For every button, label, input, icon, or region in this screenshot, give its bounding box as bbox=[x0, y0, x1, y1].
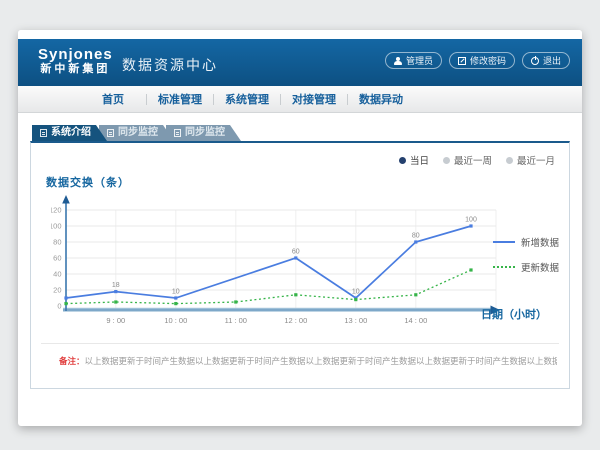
top-strip bbox=[18, 30, 582, 39]
radio-today-label: 当日 bbox=[410, 153, 429, 167]
tab-sync-monitor-2[interactable]: 同步监控 bbox=[166, 125, 241, 141]
nav-item-standard-mgmt[interactable]: 标准管理 bbox=[147, 91, 213, 107]
svg-text:9 : 00: 9 : 00 bbox=[106, 316, 125, 325]
svg-text:100: 100 bbox=[465, 217, 477, 224]
svg-text:12 : 00: 12 : 00 bbox=[284, 316, 307, 325]
svg-text:120: 120 bbox=[51, 206, 62, 215]
document-icon bbox=[40, 129, 47, 137]
solid-line-swatch-icon bbox=[493, 241, 515, 243]
svg-text:13 : 00: 13 : 00 bbox=[344, 316, 367, 325]
edit-icon bbox=[458, 57, 466, 65]
footer-note: 备注：以上数据更新于时间产生数据以上数据更新于时间产生数据以上数据更新于时间产生… bbox=[59, 355, 557, 367]
exchange-chart-svg: 0 20 40 60 80 100 120 9 : 00 10 : 00 11 : 00 12 : … bbox=[51, 193, 501, 333]
header-actions: 管理员 修改密码 退出 bbox=[385, 52, 570, 69]
svg-text:40: 40 bbox=[53, 270, 61, 279]
data-exchange-chart: 0 20 40 60 80 100 120 9 : 00 10 : 00 11 : 00 12 : … bbox=[51, 193, 501, 333]
panel-divider bbox=[41, 343, 559, 344]
svg-text:10: 10 bbox=[352, 289, 360, 296]
tab-sync-monitor-1[interactable]: 同步监控 bbox=[99, 125, 174, 141]
chart-legend: 新增数据 更新数据 bbox=[493, 235, 559, 274]
radio-today[interactable]: 当日 bbox=[399, 153, 429, 167]
tab-system-intro-label: 系统介绍 bbox=[51, 125, 91, 141]
page-title: 数据资源中心 bbox=[122, 55, 218, 75]
legend-item-update-data: 更新数据 bbox=[493, 260, 559, 274]
tab-sync-monitor-1-label: 同步监控 bbox=[118, 125, 158, 141]
admin-button-label: 管理员 bbox=[406, 54, 433, 67]
logout-label: 退出 bbox=[543, 54, 561, 67]
header-bar: Synjones 新中新集团 数据资源中心 管理员 修改密码 退出 bbox=[18, 39, 582, 86]
brand-logo: Synjones 新中新集团 bbox=[38, 47, 113, 76]
radio-last-month-label: 最近一月 bbox=[517, 153, 555, 167]
tab-system-intro[interactable]: 系统介绍 bbox=[32, 125, 107, 141]
svg-text:11 : 00: 11 : 00 bbox=[225, 316, 247, 325]
y-axis-title: 数据交换（条） bbox=[46, 174, 130, 190]
app-window: Synjones 新中新集团 数据资源中心 管理员 修改密码 退出 首页 标准管… bbox=[18, 30, 582, 426]
svg-text:14 : 00: 14 : 00 bbox=[404, 316, 427, 325]
svg-text:20: 20 bbox=[53, 286, 61, 295]
change-password-button[interactable]: 修改密码 bbox=[449, 52, 515, 69]
content-panel: 当日 最近一周 最近一月 数据交换（条） 0 20 40 60 80 100 120 9 : … bbox=[30, 141, 570, 389]
content-tabs: 系统介绍 同步监控 同步监控 bbox=[32, 125, 241, 141]
nav-item-system-mgmt[interactable]: 系统管理 bbox=[214, 91, 280, 107]
radio-last-week-label: 最近一周 bbox=[454, 153, 492, 167]
note-text: 以上数据更新于时间产生数据以上数据更新于时间产生数据以上数据更新于时间产生数据以… bbox=[85, 356, 557, 366]
document-icon bbox=[174, 129, 181, 137]
legend-update-data-label: 更新数据 bbox=[521, 260, 559, 274]
svg-text:80: 80 bbox=[53, 238, 61, 247]
legend-item-new-data: 新增数据 bbox=[493, 235, 559, 249]
svg-text:10 : 00: 10 : 00 bbox=[164, 316, 187, 325]
x-axis-title: 日期（小时） bbox=[481, 306, 547, 322]
radio-last-month[interactable]: 最近一月 bbox=[506, 153, 555, 167]
radio-dot-icon bbox=[443, 157, 450, 164]
dotted-line-swatch-icon bbox=[493, 266, 515, 268]
tab-sync-monitor-2-label: 同步监控 bbox=[185, 125, 225, 141]
brand-logo-cn: 新中新集团 bbox=[38, 63, 113, 76]
svg-text:10: 10 bbox=[172, 289, 180, 296]
svg-text:80: 80 bbox=[412, 233, 420, 240]
note-label: 备注： bbox=[59, 356, 85, 366]
radio-last-week[interactable]: 最近一周 bbox=[443, 153, 492, 167]
brand-logo-name: Synjones bbox=[38, 47, 113, 63]
radio-dot-icon bbox=[399, 157, 406, 164]
svg-text:60: 60 bbox=[53, 254, 61, 263]
svg-text:100: 100 bbox=[51, 222, 62, 231]
nav-item-home[interactable]: 首页 bbox=[80, 91, 146, 107]
user-icon bbox=[394, 57, 402, 65]
change-password-label: 修改密码 bbox=[470, 54, 506, 67]
logout-button[interactable]: 退出 bbox=[522, 52, 570, 69]
nav-item-interface-mgmt[interactable]: 对接管理 bbox=[281, 91, 347, 107]
svg-text:0: 0 bbox=[57, 302, 61, 311]
nav-item-data-change[interactable]: 数据异动 bbox=[348, 91, 414, 107]
radio-dot-icon bbox=[506, 157, 513, 164]
range-filter-group: 当日 最近一周 最近一月 bbox=[399, 153, 555, 167]
admin-button[interactable]: 管理员 bbox=[385, 52, 442, 69]
main-nav: 首页 标准管理 系统管理 对接管理 数据异动 bbox=[18, 86, 582, 113]
legend-new-data-label: 新增数据 bbox=[521, 235, 559, 249]
svg-text:18: 18 bbox=[112, 282, 120, 289]
power-icon bbox=[531, 57, 539, 65]
svg-text:60: 60 bbox=[292, 249, 300, 256]
document-icon bbox=[107, 129, 114, 137]
